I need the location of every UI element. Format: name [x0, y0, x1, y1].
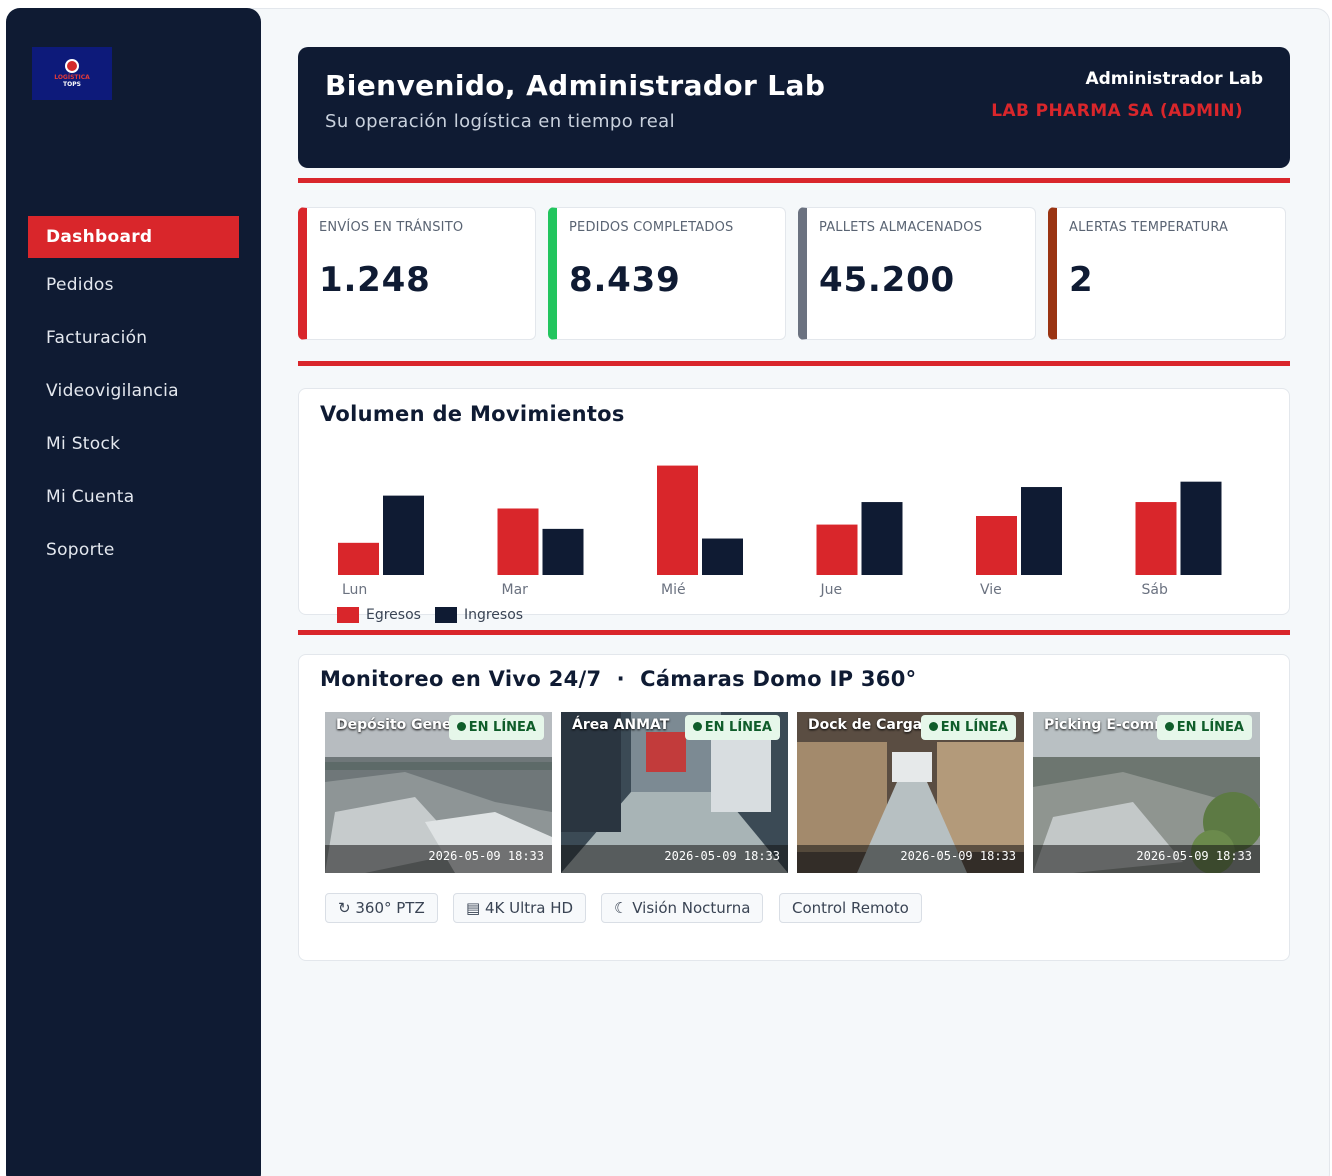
- camera-name: Área ANMAT: [572, 717, 670, 733]
- rotate-icon: ↻: [338, 899, 351, 917]
- feature-chip-remote-control: Control Remoto: [779, 893, 922, 923]
- bar-ingresos-3: [861, 502, 903, 575]
- bar-egresos-0: [338, 542, 379, 575]
- stat-label: PALLETS ALMACENADOS: [819, 220, 983, 235]
- camera-feed-picking[interactable]: Picking E-commerce EN LÍNEA 2026-05-09 1…: [1033, 712, 1260, 873]
- camera-feed-dock[interactable]: Dock de Carga EN LÍNEA 2026-05-09 18:33: [797, 712, 1024, 873]
- company-logo[interactable]: LOGÍSTICA TOPS: [32, 47, 112, 100]
- divider: [298, 361, 1290, 366]
- camera-timestamp: 2026-05-09 18:33: [428, 849, 544, 863]
- legend-label: Egresos: [366, 607, 421, 623]
- camera-status-badge: EN LÍNEA: [920, 715, 1016, 740]
- camera-status-badge: EN LÍNEA: [448, 715, 544, 740]
- stat-label: PEDIDOS COMPLETADOS: [569, 220, 734, 235]
- logo-text-line2: TOPS: [63, 81, 81, 88]
- camera-name: Dock de Carga: [808, 717, 923, 733]
- legend-item-egresos: Egresos: [337, 607, 421, 623]
- camera-timestamp: 2026-05-09 18:33: [1136, 849, 1252, 863]
- bar-ingresos-0: [383, 495, 424, 575]
- stat-value: 45.200: [819, 260, 956, 300]
- legend-swatch-egresos: [337, 607, 359, 623]
- page-title: Bienvenido, Administrador Lab: [325, 69, 826, 102]
- bar-egresos-4: [976, 516, 1017, 575]
- feature-label: Control Remoto: [792, 899, 909, 917]
- x-tick-label: Lun: [342, 582, 367, 598]
- divider: [298, 178, 1290, 183]
- welcome-banner: Bienvenido, Administrador Lab Su operaci…: [298, 47, 1290, 168]
- status-dot-icon: [456, 722, 466, 731]
- stat-label: ALERTAS TEMPERATURA: [1069, 220, 1229, 235]
- user-name[interactable]: Administrador Lab: [1085, 69, 1263, 89]
- x-tick-label: Vie: [980, 582, 1002, 598]
- page-subtitle: Su operación logística en tiempo real: [325, 111, 676, 132]
- legend-item-ingresos: Ingresos: [434, 607, 524, 623]
- bar-egresos-2: [657, 465, 698, 575]
- movements-chart-card: Volumen de Movimientos Lun Mar Mié Jue Vie Sá…: [298, 388, 1290, 623]
- feature-label: Visión Nocturna: [632, 899, 751, 917]
- bar-ingresos-1: [542, 528, 584, 575]
- sidebar-item-videovigilancia[interactable]: Videovigilancia: [28, 370, 239, 412]
- stat-card-pedidos: PEDIDOS COMPLETADOS 8.439: [548, 207, 786, 340]
- logo-text-line1: LOGÍSTICA: [54, 74, 90, 81]
- sidebar-item-pedidos[interactable]: Pedidos: [28, 264, 239, 306]
- stat-value: 2: [1069, 260, 1094, 300]
- sidebar-item-mi-stock[interactable]: Mi Stock: [28, 423, 239, 465]
- logo-mark-icon: [65, 59, 79, 73]
- stat-value: 1.248: [319, 260, 431, 300]
- feature-label: 360° PTZ: [355, 899, 425, 917]
- bar-chart: Lun Mar Mié Jue Vie Sáb: [338, 465, 1222, 598]
- divider: [298, 630, 1290, 635]
- feature-label: 4K Ultra HD: [484, 899, 574, 917]
- legend-swatch-ingresos: [434, 607, 457, 623]
- feature-chip-night-vision: ☾ Visión Nocturna: [601, 893, 764, 923]
- bar-ingresos-2: [702, 538, 743, 575]
- bar-ingresos-4: [1021, 487, 1062, 575]
- stat-card-alertas: ALERTAS TEMPERATURA 2: [1048, 207, 1286, 340]
- camera-feed-anmat[interactable]: Área ANMAT EN LÍNEA 2026-05-09 18:33: [561, 712, 788, 873]
- x-tick-label: Jue: [820, 582, 843, 598]
- stat-card-pallets: PALLETS ALMACENADOS 45.200: [798, 207, 1036, 340]
- stat-card-envios: ENVÍOS EN TRÁNSITO 1.248: [298, 207, 536, 340]
- legend-label: Ingresos: [463, 607, 524, 623]
- camera-timestamp: 2026-05-09 18:33: [664, 849, 780, 863]
- monitoring-card: Monitoreo en Vivo 24/7 · Cámaras Domo IP…: [298, 654, 1290, 961]
- bar-egresos-3: [816, 524, 858, 575]
- sidebar: LOGÍSTICA TOPS Dashboard Pedidos Factura…: [6, 8, 261, 1176]
- bar-egresos-5: [1135, 502, 1177, 575]
- status-dot-icon: [692, 722, 702, 731]
- feature-chip-ptz: ↻ 360° PTZ: [325, 893, 438, 923]
- bar-ingresos-5: [1180, 481, 1222, 575]
- sidebar-item-soporte[interactable]: Soporte: [28, 529, 239, 571]
- moon-icon: ☾: [614, 899, 628, 917]
- stat-label: ENVÍOS EN TRÁNSITO: [319, 220, 464, 235]
- sidebar-item-dashboard[interactable]: Dashboard: [28, 216, 239, 258]
- sidebar-item-mi-cuenta[interactable]: Mi Cuenta: [28, 476, 239, 518]
- feature-chip-4k: ▤ 4K Ultra HD: [453, 893, 587, 923]
- monitoring-title: Monitoreo en Vivo 24/7 · Cámaras Domo IP…: [320, 667, 917, 691]
- camera-status-badge: EN LÍNEA: [1156, 715, 1252, 740]
- user-organization: LAB PHARMA SA (ADMIN): [991, 101, 1243, 121]
- sidebar-item-facturacion[interactable]: Facturación: [28, 317, 239, 359]
- status-dot-icon: [1164, 722, 1174, 731]
- camera-timestamp: 2026-05-09 18:33: [900, 849, 1016, 863]
- camera-feed-deposito[interactable]: Depósito General EN LÍNEA 2026-05-09 18:…: [325, 712, 552, 873]
- x-tick-label: Sáb: [1142, 582, 1168, 598]
- camera-status-badge: EN LÍNEA: [684, 715, 780, 740]
- x-tick-label: Mar: [502, 582, 529, 598]
- x-tick-label: Mié: [661, 582, 686, 598]
- stat-value: 8.439: [569, 260, 681, 300]
- chart-legend: Egresos Ingresos: [337, 607, 531, 623]
- film-icon: ▤: [466, 899, 481, 917]
- status-dot-icon: [928, 722, 938, 731]
- bar-egresos-1: [497, 508, 539, 575]
